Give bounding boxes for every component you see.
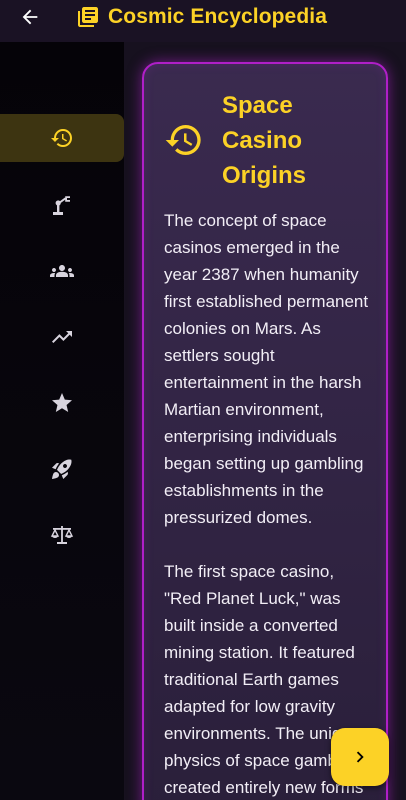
sidebar-item-history[interactable]	[0, 114, 124, 162]
sidebar-item-trends[interactable]	[0, 313, 124, 361]
sidebar-item-favorites[interactable]	[0, 379, 124, 427]
card-body: The concept of space casinos emerged in …	[164, 207, 376, 800]
app-title: Cosmic Encyclopedia	[76, 3, 327, 31]
card-header: Space Casino Origins	[164, 88, 374, 189]
trending-up-icon	[52, 331, 72, 343]
sidebar-item-legal[interactable]	[0, 511, 124, 559]
history-icon	[51, 129, 72, 147]
rocket-icon	[52, 459, 72, 479]
chevron-right-icon	[356, 751, 364, 763]
group-icon	[50, 265, 74, 277]
app-title-text: Cosmic Encyclopedia	[108, 5, 327, 28]
sidebar-item-robotics[interactable]	[0, 181, 124, 229]
article-card: Space Casino Origins The concept of spac…	[142, 62, 388, 800]
star-icon	[52, 393, 72, 412]
balance-scale-icon	[50, 526, 74, 544]
sidebar	[0, 42, 124, 800]
robot-arm-icon	[53, 196, 70, 215]
sidebar-item-people[interactable]	[0, 247, 124, 295]
sidebar-item-launch[interactable]	[0, 445, 124, 493]
card-title: Space Casino Origins	[222, 92, 307, 189]
history-icon	[165, 125, 201, 156]
back-button[interactable]	[16, 6, 44, 28]
book-icon	[78, 7, 98, 27]
paragraph: The concept of space casinos emerged in …	[164, 211, 369, 527]
arrow-back-icon	[22, 9, 38, 25]
app-bar: Cosmic Encyclopedia	[0, 0, 406, 42]
next-button[interactable]	[331, 728, 389, 786]
